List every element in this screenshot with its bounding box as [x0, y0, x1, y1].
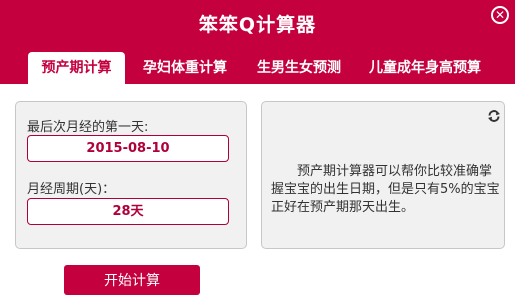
cycle-days-field[interactable]: 28天 [27, 198, 229, 225]
cycle-label: 月经周期(天)： [27, 182, 116, 197]
input-panel: 最后次月经的第一天: 2015-08-10 月经周期(天)： 28天 [15, 101, 247, 249]
close-icon[interactable]: ✕ [491, 6, 509, 24]
info-panel: 预产期计算器可以帮你比较准确掌握宝宝的出生日期，但是只有5%的宝宝正好在预产期那… [261, 101, 505, 249]
tab-child-height[interactable]: 儿童成年身高预算 [365, 52, 485, 84]
info-description: 预产期计算器可以帮你比较准确掌握宝宝的出生日期，但是只有5%的宝宝正好在预产期那… [271, 164, 500, 215]
tab-due-date[interactable]: 预产期计算 [28, 52, 125, 84]
app-header: 笨笨Q计算器 ✕ 预产期计算 孕妇体重计算 生男生女预测 儿童成年身高预算 [0, 0, 515, 84]
tab-gender-prediction[interactable]: 生男生女预测 [251, 52, 347, 84]
refresh-icon[interactable] [487, 109, 501, 123]
app-title: 笨笨Q计算器 [198, 14, 317, 36]
last-period-date-field[interactable]: 2015-08-10 [27, 135, 229, 162]
tab-pregnancy-weight[interactable]: 孕妇体重计算 [135, 52, 235, 84]
start-calculate-button[interactable]: 开始计算 [64, 265, 200, 295]
last-period-label: 最后次月经的第一天: [27, 120, 149, 135]
tab-bar: 预产期计算 孕妇体重计算 生男生女预测 儿童成年身高预算 [0, 52, 515, 84]
